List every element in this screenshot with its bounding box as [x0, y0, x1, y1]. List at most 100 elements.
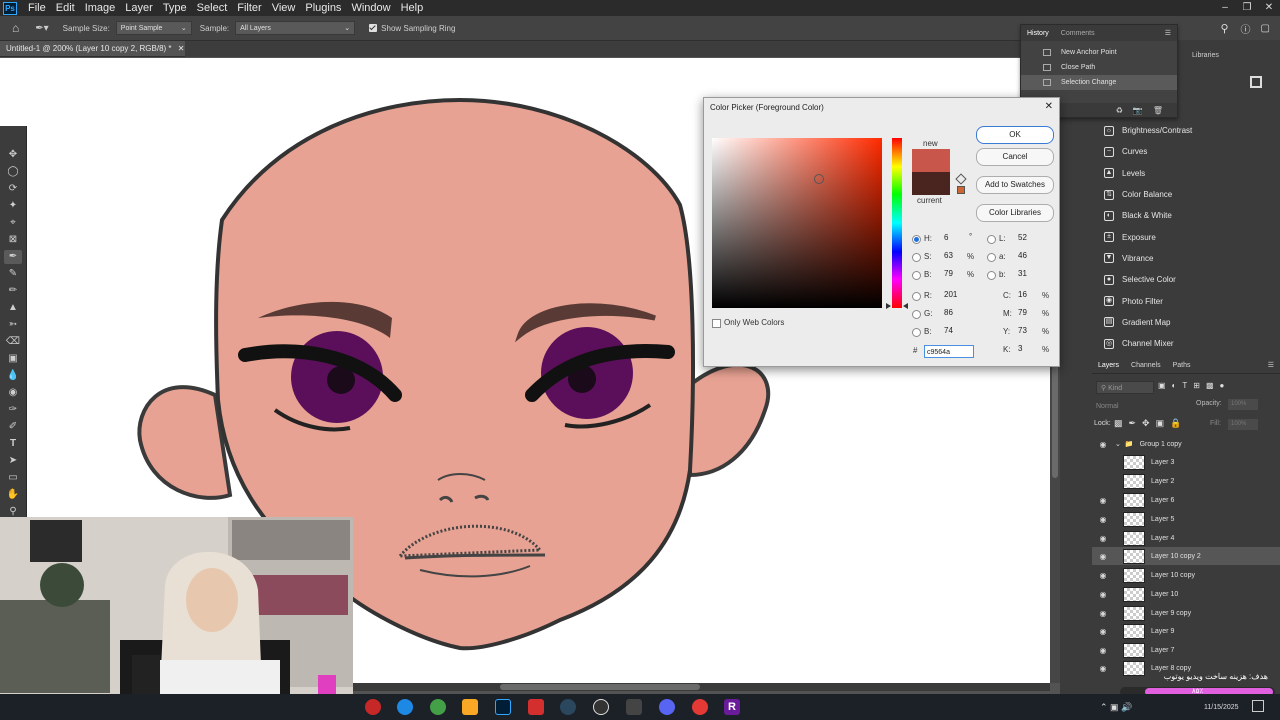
adjustment-brightness-contrast[interactable]: ☼ Brightness/Contrast	[1096, 120, 1280, 141]
m-input[interactable]: 79	[1018, 307, 1042, 319]
flash-app-icon[interactable]	[528, 699, 544, 715]
tab-channels[interactable]: Channels	[1125, 362, 1167, 369]
cancel-button[interactable]: Cancel	[976, 148, 1054, 166]
layer-kind-filter[interactable]: ⚲ Kind	[1096, 381, 1154, 394]
xbox-app-icon[interactable]	[430, 699, 446, 715]
lab-b-radio[interactable]	[987, 271, 996, 280]
menu-window[interactable]: Window	[346, 0, 395, 16]
y-input[interactable]: 73	[1018, 325, 1042, 337]
add-to-swatches-button[interactable]: Add to Swatches	[976, 176, 1054, 194]
panel-menu-icon[interactable]: ☰	[1159, 29, 1177, 37]
blend-mode-select[interactable]: Normal	[1096, 400, 1176, 413]
close-window-icon[interactable]: ✕	[1258, 0, 1280, 16]
layer-row[interactable]: ◉ Layer 10 copy	[1092, 566, 1280, 584]
close-icon[interactable]: ✕	[1045, 101, 1053, 112]
document-tab[interactable]: Untitled-1 @ 200% (Layer 10 copy 2, RGB/…	[0, 41, 185, 57]
adjustment-curves[interactable]: ~ Curves	[1096, 141, 1280, 162]
blue-input[interactable]: 74	[944, 325, 968, 337]
photoshop-logo[interactable]: Ps	[3, 1, 17, 15]
visibility-eye-icon[interactable]: ◉	[1097, 534, 1109, 543]
crop-tool-icon[interactable]: ⌖	[4, 216, 22, 230]
adjustment-selective-color[interactable]: ● Selective Color	[1096, 269, 1280, 290]
blue-radio[interactable]	[912, 328, 921, 337]
menu-help[interactable]: Help	[396, 0, 429, 16]
color-field-picker-ring[interactable]	[814, 174, 824, 184]
g-input[interactable]: 86	[944, 307, 968, 319]
help-icon[interactable]: ⓘ	[1241, 21, 1251, 36]
layer-filter-icons[interactable]: ▣◐T⊞▩●	[1158, 381, 1230, 390]
b-radio[interactable]	[912, 271, 921, 280]
color-field[interactable]	[712, 138, 882, 308]
out-of-gamut-warning-icon[interactable]	[955, 173, 967, 185]
pen-tool-alt-icon[interactable]: ✐	[4, 420, 22, 434]
fill-input[interactable]: 100%	[1228, 419, 1258, 430]
k-input[interactable]: 3	[1018, 343, 1042, 355]
a-input[interactable]: 46	[1018, 250, 1042, 262]
gradient-tool-icon[interactable]: ▣	[4, 352, 22, 366]
history-item-selected[interactable]: Selection Change	[1021, 75, 1177, 90]
menu-file[interactable]: File	[23, 0, 51, 16]
restore-icon[interactable]: ❐	[1236, 0, 1258, 16]
chevron-down-icon[interactable]: ⌄	[1115, 440, 1121, 448]
libraries-tab[interactable]: Libraries	[1180, 48, 1280, 64]
opacity-input[interactable]: 100%	[1228, 399, 1258, 410]
menu-plugins[interactable]: Plugins	[300, 0, 346, 16]
menu-image[interactable]: Image	[80, 0, 121, 16]
tab-layers[interactable]: Layers	[1092, 362, 1125, 369]
visibility-eye-icon[interactable]: ◉	[1097, 590, 1109, 599]
obs-icon[interactable]	[593, 699, 609, 715]
tray-icons[interactable]: ⌃ ▣ 🔊	[1100, 702, 1132, 713]
notification-icon[interactable]	[1252, 700, 1264, 712]
visibility-eye-icon[interactable]: ◉	[1097, 627, 1109, 636]
adjustment-vibrance[interactable]: ▼ Vibrance	[1096, 248, 1280, 269]
visibility-eye-icon[interactable]: ◉	[1097, 496, 1109, 505]
lasso-tool-icon[interactable]: ⟳	[4, 182, 22, 196]
hex-input[interactable]: c9564a	[924, 345, 974, 358]
lab-b-input[interactable]: 31	[1018, 268, 1042, 280]
file-explorer-icon[interactable]	[462, 699, 478, 715]
adjustment-exposure[interactable]: ± Exposure	[1096, 226, 1280, 247]
web-safe-swatch[interactable]	[957, 186, 965, 194]
dodge-tool-icon[interactable]: ◉	[4, 386, 22, 400]
l-input[interactable]: 52	[1018, 232, 1042, 244]
visibility-eye-icon[interactable]: ◉	[1097, 646, 1109, 655]
visibility-eye-icon[interactable]: ◉	[1097, 571, 1109, 580]
hue-slider-left-arrow[interactable]	[886, 303, 891, 309]
tab-history[interactable]: History	[1021, 30, 1055, 37]
panel-layout-icon[interactable]	[1250, 76, 1262, 88]
s-radio[interactable]	[912, 253, 921, 262]
sample-select[interactable]: All Layers ⌄	[235, 21, 356, 35]
stamp-tool-icon[interactable]: ▲	[4, 301, 22, 315]
cursor-app-icon[interactable]	[626, 699, 642, 715]
minimize-icon[interactable]: –	[1214, 0, 1236, 16]
visibility-eye-icon[interactable]: ◉	[1097, 552, 1109, 561]
path-select-tool-icon[interactable]: ➤	[4, 454, 22, 468]
chrome-icon[interactable]	[692, 699, 708, 715]
color-libraries-button[interactable]: Color Libraries	[976, 204, 1054, 222]
history-brush-tool-icon[interactable]: ➳	[4, 318, 22, 332]
adjustment-channel-mixer[interactable]: ◎ Channel Mixer	[1096, 333, 1280, 354]
adjustment-photo-filter[interactable]: ◉ Photo Filter	[1096, 290, 1280, 311]
search-icon[interactable]: ⚲	[1220, 22, 1228, 35]
menu-filter[interactable]: Filter	[232, 0, 266, 16]
sample-size-select[interactable]: Point Sample ⌄	[115, 21, 192, 35]
menu-layer[interactable]: Layer	[120, 0, 158, 16]
only-web-colors-checkbox[interactable]	[712, 319, 721, 328]
adjustment-levels[interactable]: ▲ Levels	[1096, 163, 1280, 184]
type-tool-icon[interactable]: T	[4, 437, 22, 451]
h-radio[interactable]	[912, 235, 921, 244]
r-app-icon[interactable]: R	[724, 699, 740, 715]
layer-row[interactable]: Layer 3	[1092, 453, 1280, 471]
r-input[interactable]: 201	[944, 289, 968, 301]
menu-view[interactable]: View	[267, 0, 301, 16]
panel-menu-icon[interactable]: ☰	[1262, 361, 1280, 369]
layer-row[interactable]: ◉ Layer 5	[1092, 510, 1280, 528]
layer-row[interactable]: ◉ Layer 9 copy	[1092, 604, 1280, 622]
trash-icon[interactable]: 🗑	[1153, 106, 1163, 115]
history-item[interactable]: Close Path	[1021, 60, 1177, 75]
discord-icon[interactable]	[659, 699, 675, 715]
s-input[interactable]: 63	[944, 250, 968, 262]
workspace-icon[interactable]: ▢	[1261, 23, 1270, 34]
visibility-eye-icon[interactable]: ◉	[1097, 664, 1109, 673]
frame-tool-icon[interactable]: ⊠	[4, 233, 22, 247]
